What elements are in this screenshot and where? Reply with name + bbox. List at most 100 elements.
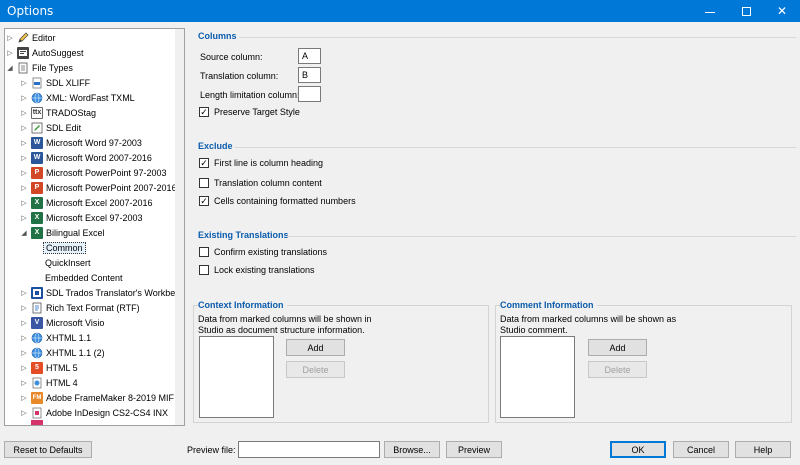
preview-button[interactable]: Preview bbox=[446, 441, 502, 458]
browse-button[interactable]: Browse... bbox=[384, 441, 440, 458]
options-tree[interactable]: ▷ Editor ▷ AutoSuggest ◢ File Types ▷ SD… bbox=[4, 28, 185, 426]
checkbox-box[interactable]: ✓ bbox=[199, 196, 209, 206]
tree-item-bilingual-excel[interactable]: ◢ X Bilingual Excel bbox=[20, 225, 105, 240]
tree-item-tradostag[interactable]: ▷ ttx TRADOStag bbox=[20, 105, 96, 120]
html5-icon: 5 bbox=[31, 361, 43, 374]
tradostag-icon: ttx bbox=[31, 106, 43, 119]
tree-item-excel-97-2003[interactable]: ▷ X Microsoft Excel 97-2003 bbox=[20, 210, 143, 225]
globe-icon bbox=[31, 332, 43, 344]
collapse-arrow-icon[interactable]: ◢ bbox=[6, 60, 14, 75]
tree-item-label: Microsoft Word 2007-2016 bbox=[46, 152, 152, 163]
expand-arrow-icon[interactable]: ▷ bbox=[20, 345, 28, 360]
expand-arrow-icon[interactable]: ▷ bbox=[20, 180, 28, 195]
comment-add-button[interactable]: Add bbox=[588, 339, 647, 356]
formatted-numbers-checkbox[interactable]: ✓ Cells containing formatted numbers bbox=[199, 196, 356, 206]
comment-columns-list[interactable] bbox=[500, 336, 575, 418]
checkbox-box[interactable] bbox=[199, 178, 209, 188]
tree-item-powerpoint-2007-2016[interactable]: ▷ P Microsoft PowerPoint 2007-2016 bbox=[20, 180, 177, 195]
tree-item-framemaker[interactable]: ▷ FM Adobe FrameMaker 8-2019 MIF bbox=[20, 390, 174, 405]
tree-item-label: Microsoft Word 97-2003 bbox=[46, 137, 142, 148]
checkbox-label: Preserve Target Style bbox=[214, 107, 300, 117]
tree-item-translators-workbench[interactable]: ▷ SDL Trados Translator's Workben bbox=[20, 285, 180, 300]
expand-arrow-icon[interactable]: ▷ bbox=[20, 90, 28, 105]
checkbox-box[interactable]: ✓ bbox=[199, 158, 209, 168]
tree-item-html4[interactable]: ▷ HTML 4 bbox=[20, 375, 78, 390]
checkbox-box[interactable]: ✓ bbox=[199, 107, 209, 117]
source-column-input[interactable]: A bbox=[298, 48, 321, 64]
tree-item-file-types[interactable]: ◢ File Types bbox=[6, 60, 73, 75]
expand-arrow-icon[interactable]: ▷ bbox=[20, 405, 28, 420]
expand-arrow-icon[interactable]: ▷ bbox=[20, 360, 28, 375]
checkbox-box[interactable] bbox=[199, 265, 209, 275]
expand-arrow-icon[interactable]: ▷ bbox=[20, 165, 28, 180]
expand-arrow-icon[interactable]: ▷ bbox=[20, 195, 28, 210]
translation-column-content-checkbox[interactable]: Translation column content bbox=[199, 178, 322, 188]
description-line: Data from marked columns will be shown a… bbox=[500, 314, 677, 324]
tree-item-xhtml-11-2[interactable]: ▷ XHTML 1.1 (2) bbox=[20, 345, 105, 360]
comment-delete-button[interactable]: Delete bbox=[588, 361, 647, 378]
tree-item-embedded-content[interactable]: Embedded Content bbox=[45, 270, 123, 285]
expand-arrow-icon[interactable]: ▷ bbox=[20, 135, 28, 150]
expand-arrow-icon[interactable]: ▷ bbox=[20, 210, 28, 225]
tree-item-quickinsert[interactable]: QuickInsert bbox=[45, 255, 91, 270]
tree-item-wordfast-txml[interactable]: ▷ XML: WordFast TXML bbox=[20, 90, 135, 105]
expand-arrow-icon[interactable]: ▷ bbox=[20, 150, 28, 165]
comment-info-description: Data from marked columns will be shown a… bbox=[500, 314, 676, 336]
collapse-arrow-icon[interactable]: ◢ bbox=[20, 225, 28, 240]
reset-to-defaults-button[interactable]: Reset to Defaults bbox=[4, 441, 92, 458]
checkbox-label: Cells containing formatted numbers bbox=[214, 196, 356, 206]
expand-arrow-icon[interactable]: ▷ bbox=[20, 300, 28, 315]
help-button[interactable]: Help bbox=[735, 441, 791, 458]
expand-arrow-icon[interactable]: ▷ bbox=[6, 45, 14, 60]
tree-item-xhtml-11[interactable]: ▷ XHTML 1.1 bbox=[20, 330, 91, 345]
expand-arrow-icon[interactable]: ▷ bbox=[6, 30, 14, 45]
tree-item-rtf[interactable]: ▷ Rich Text Format (RTF) bbox=[20, 300, 140, 315]
tree-item-editor[interactable]: ▷ Editor bbox=[6, 30, 56, 45]
tree-item-sdl-xliff[interactable]: ▷ SDL XLIFF bbox=[20, 75, 90, 90]
tree-item-html5[interactable]: ▷ 5 HTML 5 bbox=[20, 360, 78, 375]
minimize-button[interactable] bbox=[692, 0, 728, 22]
expand-arrow-icon[interactable]: ▷ bbox=[20, 120, 28, 135]
tree-item-excel-2007-2016[interactable]: ▷ X Microsoft Excel 2007-2016 bbox=[20, 195, 153, 210]
preserve-target-style-checkbox[interactable]: ✓ Preserve Target Style bbox=[199, 107, 300, 117]
expand-arrow-icon[interactable]: ▷ bbox=[20, 375, 28, 390]
cancel-button[interactable]: Cancel bbox=[673, 441, 729, 458]
context-delete-button[interactable]: Delete bbox=[286, 361, 345, 378]
tree-item-label: Embedded Content bbox=[45, 272, 123, 283]
file-types-icon bbox=[17, 62, 29, 74]
tree-item-label: Adobe InDesign CS2-CS4 INX bbox=[46, 407, 169, 418]
expand-arrow-icon[interactable]: ▷ bbox=[20, 75, 28, 90]
context-columns-list[interactable] bbox=[199, 336, 274, 418]
close-button[interactable]: ✕ bbox=[764, 0, 800, 22]
first-line-heading-checkbox[interactable]: ✓ First line is column heading bbox=[199, 158, 323, 168]
preview-file-input[interactable] bbox=[238, 441, 380, 458]
expand-arrow-icon[interactable]: ▷ bbox=[20, 105, 28, 120]
tree-item-powerpoint-97-2003[interactable]: ▷ P Microsoft PowerPoint 97-2003 bbox=[20, 165, 167, 180]
tree-item-indesign-inx[interactable]: ▷ Adobe InDesign CS2-CS4 INX bbox=[20, 405, 168, 420]
context-add-button[interactable]: Add bbox=[286, 339, 345, 356]
tree-item-label: Bilingual Excel bbox=[46, 227, 105, 238]
tree-scrollbar[interactable] bbox=[175, 29, 184, 425]
translation-column-input[interactable]: B bbox=[298, 67, 321, 83]
lock-existing-checkbox[interactable]: Lock existing translations bbox=[199, 265, 315, 275]
tree-item-label: Microsoft Excel 2007-2016 bbox=[46, 197, 153, 208]
expand-arrow-icon[interactable]: ▷ bbox=[20, 315, 28, 330]
tree-item-label: HTML 5 bbox=[46, 362, 78, 373]
tree-item-autosuggest[interactable]: ▷ AutoSuggest bbox=[6, 45, 84, 60]
section-divider bbox=[285, 236, 796, 237]
tree-item-common[interactable]: Common bbox=[43, 240, 86, 255]
tree-item-visio[interactable]: ▷ V Microsoft Visio bbox=[20, 315, 104, 330]
tree-item-sdl-edit[interactable]: ▷ SDL Edit bbox=[20, 120, 81, 135]
checkbox-box[interactable] bbox=[199, 247, 209, 257]
length-limitation-input[interactable] bbox=[298, 86, 321, 102]
confirm-existing-checkbox[interactable]: Confirm existing translations bbox=[199, 247, 327, 257]
maximize-button[interactable] bbox=[728, 0, 764, 22]
expand-arrow-icon[interactable]: ▷ bbox=[20, 285, 28, 300]
tree-item-word-97-2003[interactable]: ▷ W Microsoft Word 97-2003 bbox=[20, 135, 142, 150]
tree-item-word-2007-2016[interactable]: ▷ W Microsoft Word 2007-2016 bbox=[20, 150, 152, 165]
autosuggest-icon bbox=[17, 46, 29, 59]
expand-arrow-icon[interactable]: ▷ bbox=[20, 390, 28, 405]
expand-arrow-icon[interactable]: ▷ bbox=[20, 330, 28, 345]
ok-button[interactable]: OK bbox=[610, 441, 666, 458]
settings-pane: Columns Source column: A Translation col… bbox=[189, 28, 796, 426]
